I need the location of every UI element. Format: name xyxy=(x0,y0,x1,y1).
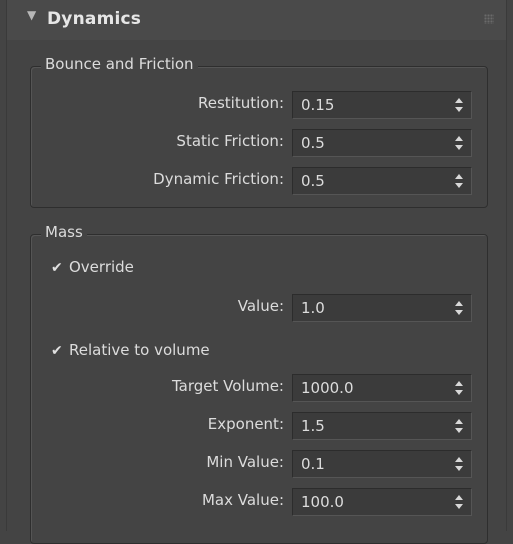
min-value-value[interactable]: 0.1 xyxy=(301,455,325,473)
target-volume-spinner[interactable]: 1000.0 xyxy=(292,374,472,402)
mass-title: Mass xyxy=(41,223,87,241)
relative-to-volume-checkbox[interactable]: ✔ Relative to volume xyxy=(51,341,210,359)
value-value[interactable]: 1.0 xyxy=(301,299,325,317)
rollout-title: Dynamics xyxy=(47,9,142,29)
dynamic-friction-value[interactable]: 0.5 xyxy=(301,172,325,190)
max-value-label: Max Value: xyxy=(201,491,284,509)
min-value-spinner[interactable]: 0.1 xyxy=(292,450,472,478)
spinner-arrows-icon[interactable] xyxy=(455,457,463,471)
dynamic-friction-label: Dynamic Friction: xyxy=(153,170,284,188)
override-label: Override xyxy=(69,258,134,276)
value-label: Value: xyxy=(237,297,284,315)
max-value-value[interactable]: 100.0 xyxy=(301,493,344,511)
spinner-arrows-icon[interactable] xyxy=(455,381,463,395)
bounce-friction-title: Bounce and Friction xyxy=(41,55,198,73)
rollout-header[interactable]: ▼ Dynamics xyxy=(7,0,506,40)
exponent-spinner[interactable]: 1.5 xyxy=(292,412,472,440)
spinner-arrows-icon[interactable] xyxy=(455,495,463,509)
restitution-label: Restitution: xyxy=(197,94,284,112)
static-friction-label: Static Friction: xyxy=(176,132,284,150)
checkmark-icon[interactable]: ✔ xyxy=(51,260,65,276)
dynamics-rollout: ▼ Dynamics Bounce and Friction Restituti… xyxy=(6,0,507,544)
spinner-arrows-icon[interactable] xyxy=(455,301,463,315)
exponent-label: Exponent: xyxy=(207,415,284,433)
min-value-label: Min Value: xyxy=(206,453,284,471)
spinner-arrows-icon[interactable] xyxy=(455,98,463,112)
exponent-value[interactable]: 1.5 xyxy=(301,417,325,435)
target-volume-label: Target Volume: xyxy=(171,377,284,395)
static-friction-spinner[interactable]: 0.5 xyxy=(292,129,472,157)
restitution-value[interactable]: 0.15 xyxy=(301,96,334,114)
dynamic-friction-spinner[interactable]: 0.5 xyxy=(292,167,472,195)
spinner-arrows-icon[interactable] xyxy=(455,136,463,150)
override-checkbox[interactable]: ✔ Override xyxy=(51,258,134,276)
target-volume-value[interactable]: 1000.0 xyxy=(301,379,354,397)
relative-to-volume-label: Relative to volume xyxy=(69,341,210,359)
grip-icon[interactable] xyxy=(484,14,494,24)
checkmark-icon[interactable]: ✔ xyxy=(51,343,65,359)
collapse-arrow-icon[interactable]: ▼ xyxy=(27,8,36,22)
spinner-arrows-icon[interactable] xyxy=(455,419,463,433)
value-spinner[interactable]: 1.0 xyxy=(292,294,472,322)
spinner-arrows-icon[interactable] xyxy=(455,174,463,188)
restitution-spinner[interactable]: 0.15 xyxy=(292,91,472,119)
static-friction-value[interactable]: 0.5 xyxy=(301,134,325,152)
max-value-spinner[interactable]: 100.0 xyxy=(292,488,472,516)
